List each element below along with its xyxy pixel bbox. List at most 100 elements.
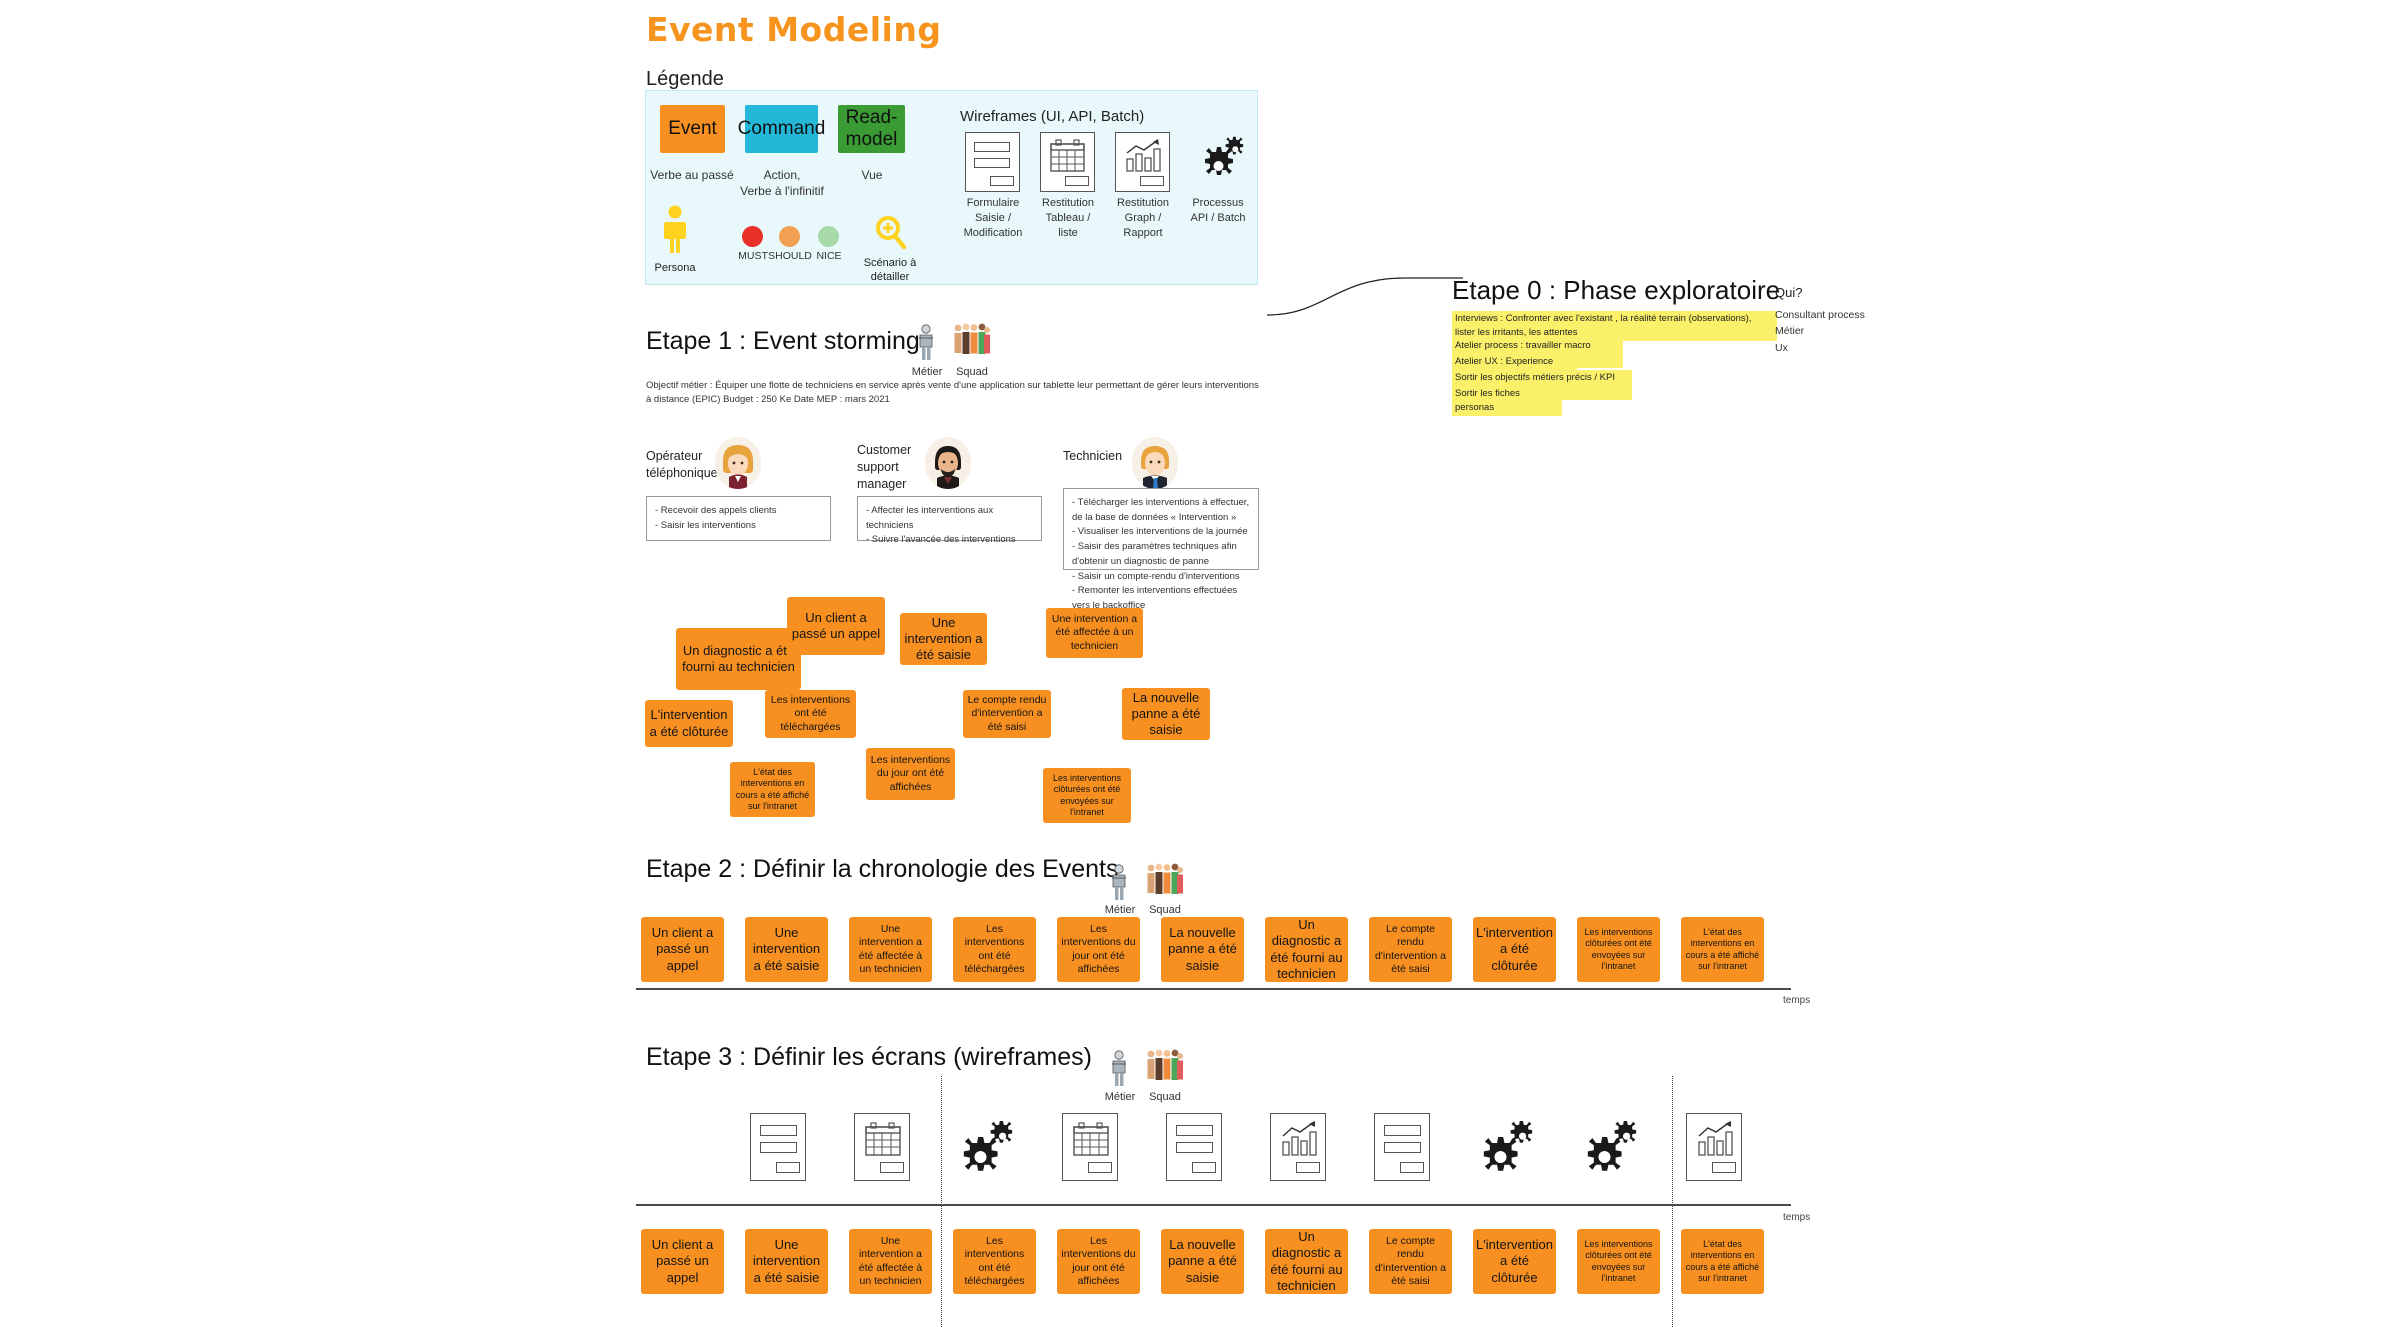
event-card[interactable]: La nouvelle panne a été saisie [1161,1229,1244,1294]
etape3-squad-label: Squad [1149,1091,1181,1103]
table-icon [1040,132,1095,192]
bullet-line: - Saisir des paramètres techniques afin … [1072,541,1237,567]
event-card[interactable]: Le compte rendu d'intervention a été sai… [1369,1229,1452,1294]
bullet-line: - Suivre l'avancée des interventions [866,534,1016,546]
table-icon [1062,1113,1118,1181]
cap-line: Processus [1192,197,1244,209]
cap-line: détailler [870,271,910,284]
persona-1-responsibilities: - Recevoir des appels clients - Saisir l… [646,496,831,541]
legend-caption-gears: Processus API / Batch [1178,196,1258,226]
bullet-line: - Visualiser les interventions de la jou… [1072,526,1248,538]
cap-line: Formulaire [966,197,1020,209]
legend-card-read-model: Read-model [838,105,905,153]
wireframe-screen[interactable] [1166,1113,1222,1181]
event-sticky[interactable]: Une intervention a été affectée à un tec… [1046,608,1143,658]
wireframe-screen[interactable] [1686,1113,1742,1181]
swimlane-divider-2 [1672,1076,1673,1327]
table-icon [854,1113,910,1181]
etape1-squad-icon [952,322,992,367]
event-sticky[interactable]: L'état des interventions en cours a été … [730,762,815,817]
cap-line: Restitution [1042,197,1094,209]
event-sticky[interactable]: L'intervention a été clôturée [645,700,733,747]
legend-sub-command: Action, Verbe à l'infinitif [727,168,837,199]
legend-caption-scenario: Scénario à détailler [850,256,930,285]
wireframe-screen[interactable] [958,1113,1014,1181]
event-card[interactable]: Un client a passé un appel [641,1229,724,1294]
etape1-title: Etape 1 : Event storming [646,327,920,355]
chart-icon [1115,132,1170,192]
legend-caption-persona: Persona [654,262,696,274]
event-card[interactable]: L'intervention a été clôturée [1473,917,1556,982]
etape2-temps-label: temps [1783,995,1811,1006]
cap-line: Scénario à [863,257,917,269]
wireframe-screen[interactable] [1582,1113,1638,1181]
event-card[interactable]: L'état des interventions en cours a été … [1681,917,1764,982]
event-card[interactable]: Le compte rendu d'intervention a été sai… [1369,917,1452,982]
qui-title: Qui? [1775,285,1803,300]
event-card[interactable]: Une intervention a été affectée à un tec… [849,1229,932,1294]
event-card[interactable]: Un client a passé un appel [641,917,724,982]
wireframe-screen[interactable] [1270,1113,1326,1181]
event-sticky[interactable]: Les interventions ont été téléchargées [765,690,856,738]
event-card[interactable]: La nouvelle panne a été saisie [1161,917,1244,982]
gears-icon [958,1113,1014,1181]
legend-wireframe-table: Restitution Tableau / liste [1040,132,1095,239]
event-card[interactable]: Les interventions ont été téléchargées [953,917,1036,982]
priority-dot-nice [818,226,839,247]
legend-wireframe-gears: Processus API / Batch [1190,132,1246,224]
persona-3-responsibilities: - Télécharger les interventions à effect… [1063,488,1259,611]
event-sticky[interactable]: Le compte rendu d'intervention a été sai… [963,690,1051,738]
form-icon [750,1113,806,1181]
persona-icon [662,205,688,260]
legend-sub-command-line1: Action, [763,168,801,182]
qui-item-consultant: Consultant process [1775,309,1865,321]
etape3-title: Etape 3 : Définir les écrans (wireframes… [646,1043,1092,1071]
legend-wireframe-chart: Restitution Graph / Rapport [1115,132,1170,239]
event-card[interactable]: Une intervention a été affectée à un tec… [849,917,932,982]
cap-line: Tableau / [1045,211,1091,224]
wireframe-screen[interactable] [750,1113,806,1181]
bullet-line: - Affecter les interventions aux technic… [866,505,994,531]
legend-sub-read-model: Vue [861,168,883,182]
event-card[interactable]: Une intervention a été saisie [745,1229,828,1294]
event-sticky[interactable]: Les interventions du jour ont été affich… [866,748,955,800]
name-line: Customer [857,443,912,457]
etape2-metier-icon [1108,862,1130,907]
event-sticky[interactable]: Un client a passé un appel [787,597,885,655]
priority-dot-should [779,226,800,247]
event-sticky[interactable]: Les interventions clôturées ont été envo… [1043,768,1131,823]
wireframe-screen[interactable] [1478,1113,1534,1181]
chart-icon [1270,1113,1326,1181]
persona-1-avatar [715,437,761,489]
etape0-item-interviews: Interviews : Confronter avec l'existant … [1452,311,1777,341]
event-card[interactable]: L'intervention a été clôturée [1473,1229,1556,1294]
etape3-squad-icon [1145,1048,1185,1093]
event-card[interactable]: L'état des interventions en cours a été … [1681,1229,1764,1294]
legend-caption-form: Formulaire Saisie / Modification [953,196,1033,241]
swimlane-divider-1 [941,1076,942,1327]
event-card[interactable]: Un diagnostic a été fourni au technicien [1265,1229,1348,1294]
event-sticky[interactable]: Un diagnostic a été fourni au technicien [676,628,801,690]
bullet-line: - Saisir un compte-rendu d'interventions [1072,570,1240,582]
name-line: manager [857,476,907,491]
event-card[interactable]: Les interventions clôturées ont été envo… [1577,1229,1660,1294]
event-card[interactable]: Les interventions clôturées ont été envo… [1577,917,1660,982]
wireframes-title: Wireframes (UI, API, Batch) [960,108,1145,125]
event-card[interactable]: Un diagnostic a été fourni au technicien [1265,917,1348,982]
event-card[interactable]: Une intervention a été saisie [745,917,828,982]
cap-line: Restitution [1117,197,1169,209]
gears-icon [1582,1113,1638,1181]
etape3-temps-label: temps [1783,1212,1811,1223]
event-sticky[interactable]: Une intervention a été saisie [900,613,987,665]
chart-icon [1686,1113,1742,1181]
etape0-item-personas: Sortir les fiches personas [1452,386,1562,416]
priority-label-nice: NICE [816,250,842,262]
wireframe-screen[interactable] [854,1113,910,1181]
event-card[interactable]: Les interventions du jour ont été affich… [1057,1229,1140,1294]
event-card[interactable]: Les interventions du jour ont été affich… [1057,917,1140,982]
event-sticky[interactable]: La nouvelle panne a été saisie [1122,688,1210,740]
event-card[interactable]: Les interventions ont été téléchargées [953,1229,1036,1294]
magnifier-icon [874,215,908,256]
wireframe-screen[interactable] [1374,1113,1430,1181]
wireframe-screen[interactable] [1062,1113,1118,1181]
